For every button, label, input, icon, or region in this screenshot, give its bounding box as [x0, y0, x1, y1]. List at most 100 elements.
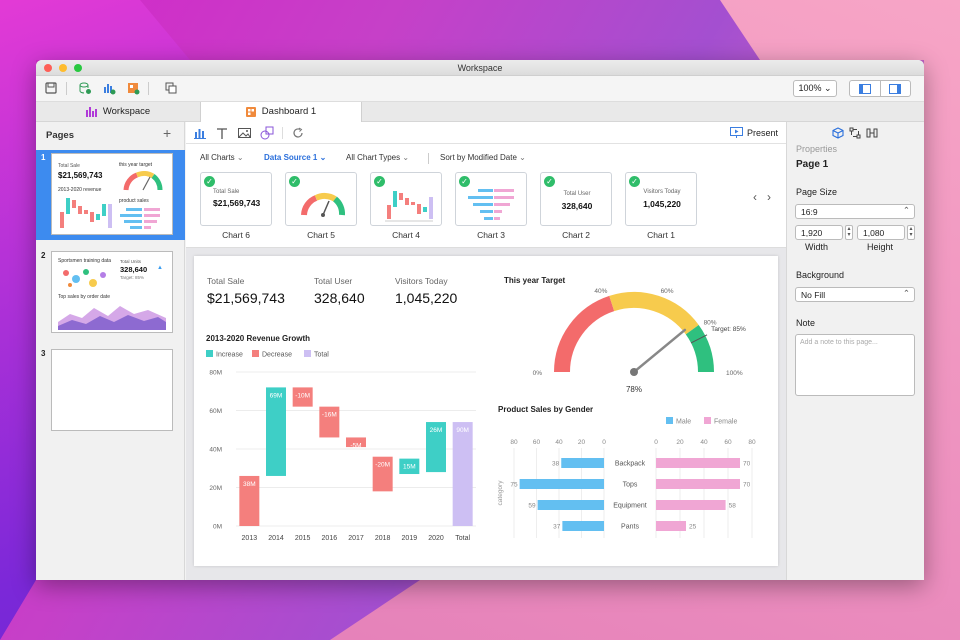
gauge-tick-label: 80% — [704, 319, 717, 326]
check-icon: ✓ — [544, 176, 555, 187]
present-button[interactable]: Present — [730, 127, 778, 138]
chart-card-label: Chart 4 — [392, 230, 420, 240]
note-textarea[interactable]: Add a note to this page... — [795, 334, 915, 396]
prev-arrow-icon[interactable]: ‹ — [753, 190, 757, 204]
sort-filter[interactable]: Sort by Modified Date ⌄ — [440, 153, 526, 162]
chevron-down-icon: ⌄ — [519, 153, 526, 162]
chart-card-6[interactable]: ✓ Total Sale $21,569,743 — [200, 172, 272, 226]
data-label: 38M — [243, 481, 256, 488]
data-label: 15M — [403, 464, 416, 471]
x-tick-label: 2019 — [402, 535, 418, 542]
all-charts-filter[interactable]: All Charts ⌄ — [200, 153, 244, 162]
text-tool-icon[interactable] — [216, 127, 228, 139]
thumb-label: Sportsmen training data — [58, 258, 112, 264]
tab-workspace[interactable]: Workspace — [36, 102, 200, 122]
page-number: 3 — [41, 349, 46, 358]
chart-library: All Charts ⌄ Data Source 1 ⌄ All Chart T… — [186, 144, 786, 248]
card-bars-preview — [468, 189, 514, 220]
y-axis-label: category — [497, 480, 504, 506]
chart-type-filter[interactable]: All Chart Types ⌄ — [346, 153, 409, 162]
chevron-down-icon: ⌄ — [824, 83, 832, 93]
waterfall-chart[interactable]: Increase Decrease Total 0M 20M 40M 60M 80M 38M 20… — [202, 348, 482, 546]
kpi-label: Visitors Today — [395, 276, 448, 286]
male-bar — [562, 521, 604, 531]
category-label: Equipment — [613, 503, 647, 510]
add-dashboard-icon[interactable] — [126, 81, 140, 95]
data-label: 37 — [553, 524, 561, 531]
background-value: No Fill — [801, 290, 826, 300]
editor-area: Present All Charts ⌄ Data Source 1 ⌄ All… — [186, 122, 786, 580]
gauge-pivot — [630, 368, 638, 376]
chart-tool-icon[interactable] — [194, 127, 206, 139]
x-tick-label: 0 — [654, 439, 658, 446]
toggle-left-panel-button[interactable] — [850, 81, 880, 96]
dashboard-canvas[interactable]: Total Sale $21,569,743 Total User 328,64… — [194, 256, 778, 566]
add-data-icon[interactable] — [78, 81, 92, 95]
tab-dashboard-1-label: Dashboard 1 — [261, 106, 317, 117]
window-title: Workspace — [457, 63, 503, 73]
zoom-select[interactable]: 100% ⌄ — [793, 80, 837, 97]
minimize-window-button[interactable] — [59, 64, 67, 72]
chart-card-1[interactable]: ✓ Visitors Today 1,045,220 — [625, 172, 697, 226]
pages-header: Pages — [46, 130, 74, 141]
product-sales-chart[interactable]: Male Female 80 80 60 60 40 40 20 20 0 0 category 38 70… — [494, 408, 774, 538]
y-tick-label: 20M — [209, 485, 222, 492]
check-icon: ✓ — [459, 176, 470, 187]
close-window-button[interactable] — [44, 64, 52, 72]
x-tick-label: Total — [455, 535, 470, 542]
width-field[interactable]: 1,920 — [795, 225, 843, 240]
x-tick-label: 20 — [578, 439, 586, 446]
height-value: 1,080 — [863, 228, 885, 238]
page-thumbnail-3[interactable]: 3 — [36, 346, 185, 436]
gauge-chart[interactable]: Target: 85% 78% 0% 40% 60% 80% 100% — [530, 288, 756, 398]
card-kpi-value: 1,045,220 — [643, 199, 681, 209]
data-label: -20M — [375, 462, 390, 469]
dashboard-icon — [245, 107, 256, 117]
align-icon[interactable] — [849, 127, 861, 139]
x-tick-label: 0 — [602, 439, 606, 446]
data-label: 25 — [689, 524, 697, 531]
save-icon[interactable] — [44, 81, 58, 95]
legend-label: Total — [314, 352, 329, 359]
card-kpi-label: Visitors Today — [643, 189, 681, 195]
check-icon: ✓ — [289, 176, 300, 187]
legend-label: Increase — [216, 352, 243, 359]
distribute-icon[interactable] — [866, 127, 878, 139]
chart-card-3[interactable]: ✓ — [455, 172, 527, 226]
chart-card-5[interactable]: ✓ — [285, 172, 357, 226]
add-page-button[interactable]: + — [163, 125, 171, 141]
page-preview — [51, 349, 173, 431]
chart-card-4[interactable]: ✓ — [370, 172, 442, 226]
tab-dashboard-1[interactable]: Dashboard 1 — [200, 102, 362, 122]
data-label: 26M — [430, 427, 443, 434]
toggle-right-panel-button[interactable] — [879, 81, 911, 96]
data-source-filter[interactable]: Data Source 1 ⌄ — [264, 153, 326, 162]
data-label: -5M — [350, 442, 361, 449]
page-thumbnail-2[interactable]: 2 Sportsmen training data Total Units 32… — [36, 248, 185, 338]
page-size-select[interactable]: 16:9 ⌃ — [795, 204, 915, 219]
x-tick-label: 40 — [700, 439, 708, 446]
legend-swatch — [704, 417, 711, 424]
cube-icon[interactable] — [832, 127, 844, 139]
height-field[interactable]: 1,080 — [857, 225, 905, 240]
height-stepper[interactable]: ▴ ▾ — [907, 225, 915, 240]
x-tick-label: 2014 — [268, 535, 284, 542]
thumb-value: 328,640 — [120, 265, 148, 274]
chart-card-2[interactable]: ✓ Total User 328,640 — [540, 172, 612, 226]
filter-divider — [428, 153, 429, 164]
shape-tool-icon[interactable] — [260, 126, 274, 140]
thumb-label: product sales — [119, 198, 149, 204]
image-tool-icon[interactable] — [238, 127, 251, 139]
maximize-window-button[interactable] — [74, 64, 82, 72]
add-chart-icon[interactable] — [102, 81, 116, 95]
refresh-icon[interactable] — [292, 127, 304, 139]
width-stepper[interactable]: ▴ ▾ — [845, 225, 853, 240]
female-bar — [656, 500, 726, 510]
main-toolbar: 100% ⌄ — [36, 76, 924, 102]
page-thumbnail-1[interactable]: 1 Total Sale $21,569,743 this year targe… — [36, 150, 185, 240]
next-arrow-icon[interactable]: › — [767, 190, 771, 204]
background-select[interactable]: No Fill ⌃ — [795, 287, 915, 302]
arrange-icon[interactable] — [164, 81, 178, 95]
all-charts-label: All Charts — [200, 153, 235, 162]
data-label: 59 — [528, 503, 536, 510]
